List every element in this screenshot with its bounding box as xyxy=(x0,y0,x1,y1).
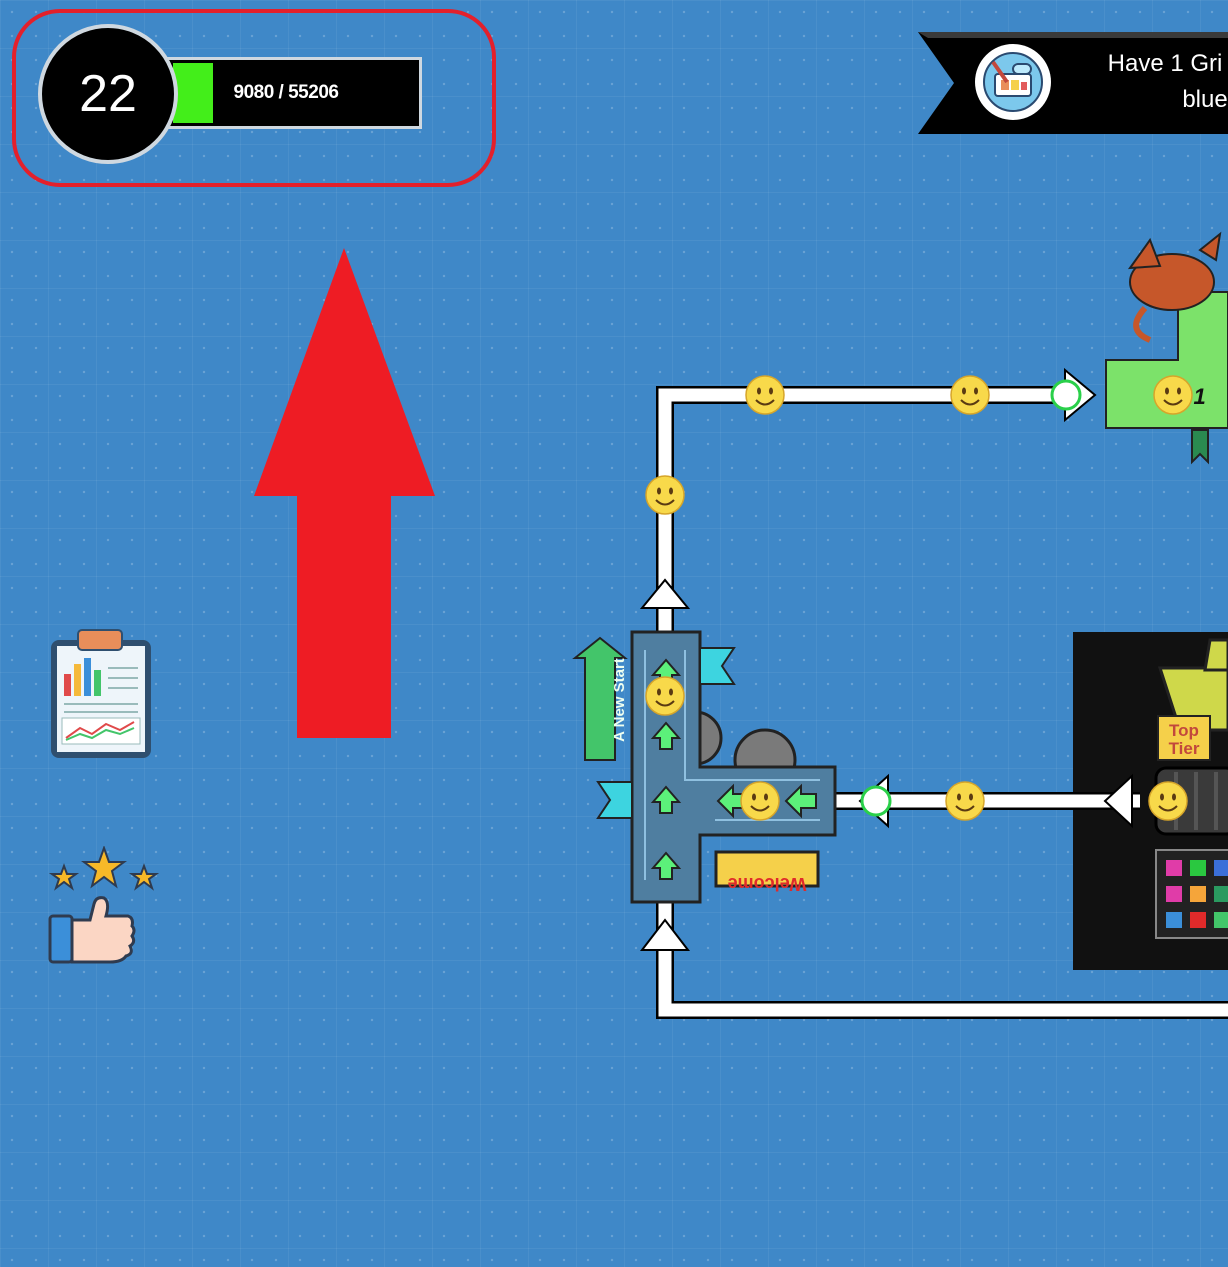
path-arrow-up-icon xyxy=(639,578,691,609)
smiley-face-icon[interactable] xyxy=(950,375,990,415)
smiley-face-icon[interactable] xyxy=(1153,375,1193,415)
path-node[interactable] xyxy=(860,785,892,817)
path-node[interactable] xyxy=(1050,379,1082,411)
clipboard-chart-icon xyxy=(51,629,151,758)
welcome-sign-text: Welcome xyxy=(728,874,807,894)
quest-line-2: blue xyxy=(1182,86,1228,113)
xp-progress-text: 9080 / 55206 xyxy=(233,82,339,103)
rating-button[interactable] xyxy=(48,845,160,975)
smiley-face-icon[interactable] xyxy=(645,676,685,716)
quest-description: Have 1 Gri blue xyxy=(1080,46,1228,118)
player-level-number: 22 xyxy=(79,65,137,123)
smiley-face-icon[interactable] xyxy=(745,375,785,415)
path-arrow-up-icon xyxy=(639,918,691,951)
area-1-node[interactable]: L 1 xyxy=(1105,231,1228,465)
smiley-face-icon[interactable] xyxy=(1148,781,1188,821)
hub-sign-text: A New Start xyxy=(611,658,628,742)
smiley-face-icon[interactable] xyxy=(740,781,780,821)
stats-button[interactable] xyxy=(48,628,154,767)
gamepad-design-icon xyxy=(983,52,1043,112)
tutorial-arrow-up-icon xyxy=(254,248,435,738)
shop-tag-line-2: Tier xyxy=(1169,739,1200,758)
smiley-face-icon[interactable] xyxy=(645,475,685,515)
thumbs-up-stars-icon xyxy=(48,845,160,964)
quest-line-1: Have 1 Gri xyxy=(1107,50,1223,77)
quest-icon xyxy=(975,44,1051,120)
player-level-badge[interactable]: 22 xyxy=(38,24,178,164)
smiley-face-icon[interactable] xyxy=(945,781,985,821)
shop-tag-line-1: Top xyxy=(1169,721,1199,740)
game-map: Top Tier A New Start Welcome 1 xyxy=(572,231,1228,1019)
hub-a-new-start[interactable]: A New Start Welcome xyxy=(572,630,837,904)
xp-progress-bar: 9080 / 55206 xyxy=(150,57,422,129)
